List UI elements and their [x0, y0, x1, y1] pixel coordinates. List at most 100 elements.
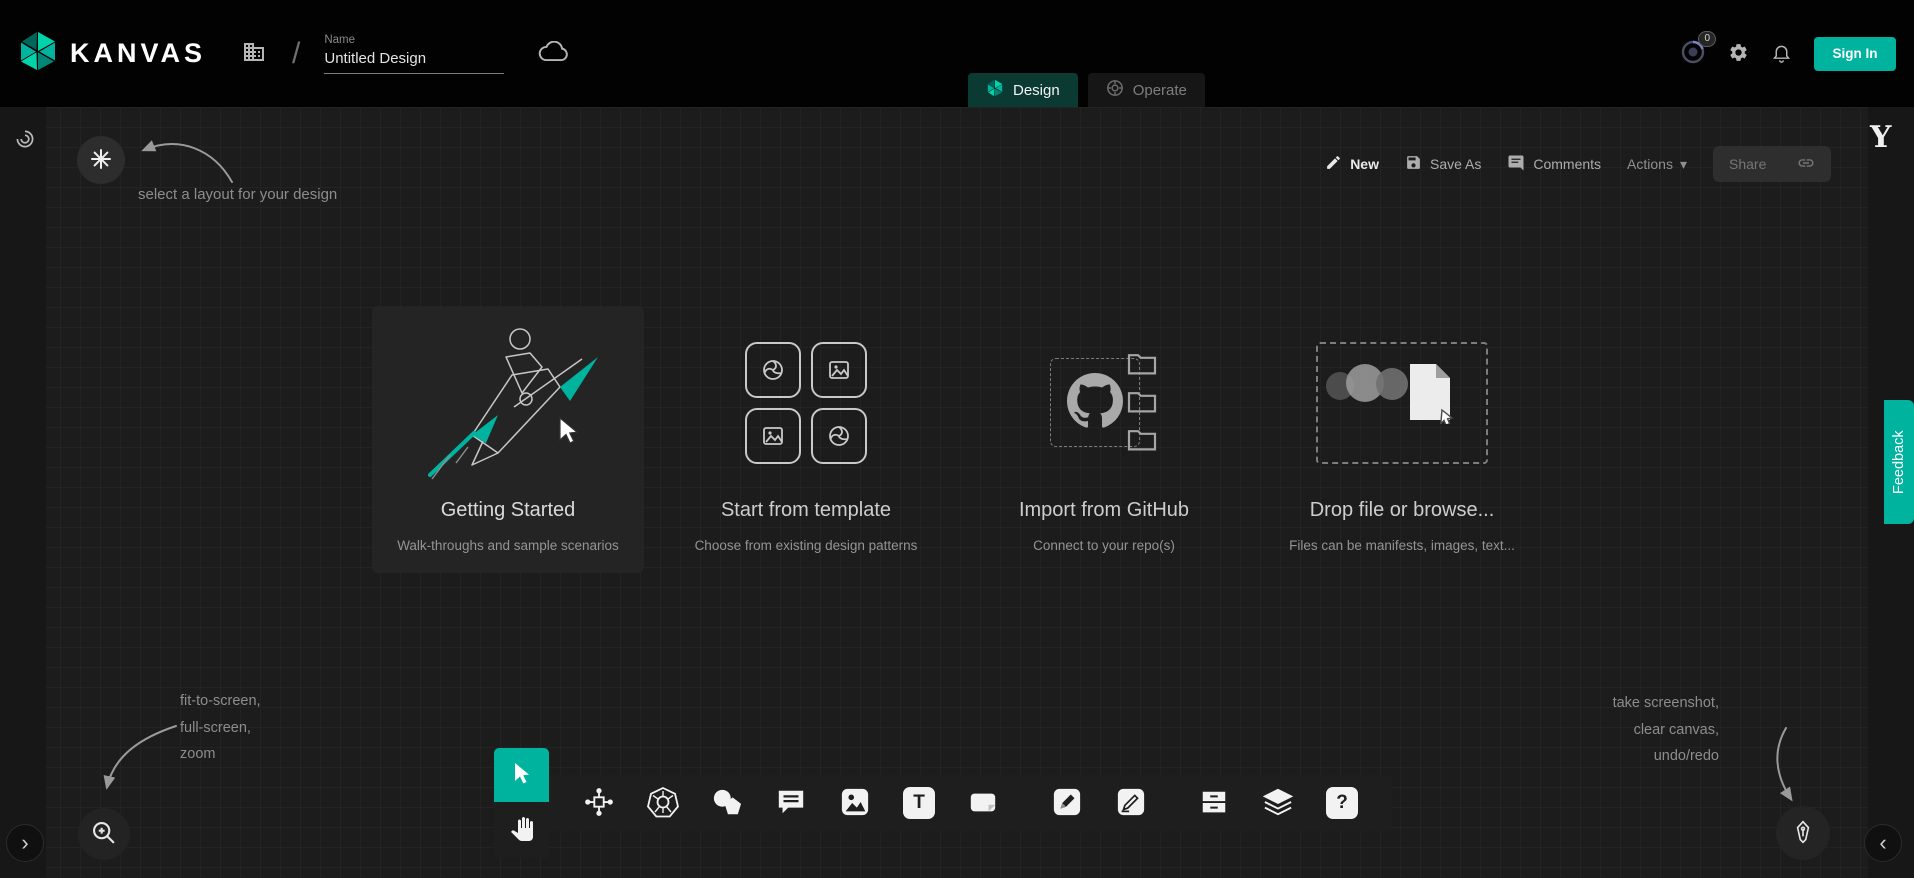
shapes-tool-button[interactable]	[703, 779, 751, 827]
bell-icon	[1771, 42, 1792, 66]
folder-icon	[1126, 350, 1158, 379]
credits-badge: 0	[1698, 31, 1716, 47]
share-button[interactable]: Share	[1713, 146, 1831, 182]
pointer-tools	[494, 748, 549, 858]
component-icon	[584, 787, 614, 820]
github-icon	[1067, 373, 1123, 432]
folder-icon	[1126, 426, 1158, 455]
design-name-input[interactable]	[324, 50, 504, 74]
select-tool-button[interactable]	[494, 748, 549, 802]
pencil-icon	[1325, 154, 1342, 174]
help-tool-button[interactable]: ?	[1318, 779, 1366, 827]
component-tool-button[interactable]	[575, 779, 623, 827]
zoom-button[interactable]	[78, 808, 130, 860]
getting-started-illustration	[402, 320, 614, 485]
layout-button[interactable]	[77, 136, 125, 184]
design-tab-icon	[986, 79, 1004, 101]
credits-button[interactable]: 0	[1680, 39, 1706, 68]
card-title: Getting Started	[441, 499, 576, 522]
kubernetes-icon	[647, 786, 679, 821]
pen-tools-button[interactable]	[1776, 806, 1830, 860]
comment-icon	[776, 787, 806, 820]
template-aperture-icon	[811, 408, 867, 464]
hand-icon	[510, 817, 534, 844]
building-icon	[242, 40, 266, 67]
breadcrumb-separator: /	[292, 37, 300, 71]
brand-text: KANVAS	[70, 38, 206, 69]
pen-icon	[1052, 787, 1082, 820]
pen-tool-button[interactable]	[1043, 779, 1091, 827]
image-icon	[840, 787, 870, 820]
feedback-tab[interactable]: Feedback	[1884, 400, 1914, 524]
folder-icon	[1126, 388, 1158, 417]
spiral-logo-button[interactable]	[10, 125, 40, 155]
left-edge-panel	[0, 107, 46, 878]
pencil-tool-button[interactable]	[1107, 779, 1155, 827]
card-title: Import from GitHub	[1019, 499, 1189, 522]
card-drop-file[interactable]: Drop file or browse... Files can be mani…	[1266, 306, 1538, 573]
save-icon	[1405, 154, 1422, 174]
operate-tab-icon	[1106, 79, 1124, 101]
help-icon: ?	[1326, 787, 1358, 819]
text-tool-icon: T	[903, 787, 935, 819]
canvas-toolbar: New Save As Comments Actions ▾ Sh	[1325, 146, 1831, 182]
new-button[interactable]: New	[1325, 154, 1379, 174]
tab-operate[interactable]: Operate	[1088, 73, 1205, 107]
shapes-icon	[711, 787, 743, 820]
gear-icon	[1728, 42, 1749, 66]
file-icon	[1404, 362, 1456, 427]
pencil-draw-icon	[1116, 787, 1146, 820]
save-as-button[interactable]: Save As	[1405, 154, 1481, 174]
cloud-icon	[538, 41, 568, 66]
sparkle-icon	[89, 147, 113, 174]
cloud-sync-button[interactable]	[538, 41, 568, 66]
y-logo-button[interactable]: Y	[1870, 120, 1891, 155]
header: KANVAS / Name	[0, 0, 1914, 107]
card-start-from-template[interactable]: Start from template Choose from existing…	[670, 306, 942, 573]
tab-design[interactable]: Design	[968, 73, 1078, 107]
kanvas-app: KANVAS / Name	[0, 0, 1914, 878]
comment-tool-button[interactable]	[767, 779, 815, 827]
note-icon	[968, 787, 998, 820]
comments-button[interactable]: Comments	[1507, 154, 1601, 175]
magnifier-icon	[90, 819, 118, 850]
media-tool-button[interactable]	[831, 779, 879, 827]
card-title: Drop file or browse...	[1310, 499, 1495, 522]
bottom-toolbar: T	[549, 775, 1392, 831]
spiral-logo-icon	[12, 126, 38, 155]
expand-left-panel-button[interactable]: ›	[6, 824, 44, 862]
pen-nib-icon	[1790, 819, 1816, 848]
settings-button[interactable]	[1728, 42, 1749, 66]
pan-tool-button[interactable]	[494, 802, 549, 858]
template-aperture-icon	[745, 342, 801, 398]
comments-icon	[1507, 154, 1525, 175]
zoom-hint: fit-to-screen, full-screen, zoom	[180, 688, 261, 768]
text-tool-button[interactable]: T	[895, 779, 943, 827]
organization-button[interactable]	[242, 40, 266, 67]
start-options: Getting Started Walk-throughs and sample…	[372, 306, 1538, 573]
card-getting-started[interactable]: Getting Started Walk-throughs and sample…	[372, 306, 644, 573]
card-subtitle: Connect to your repo(s)	[1033, 538, 1175, 553]
actions-dropdown[interactable]: Actions ▾	[1627, 156, 1687, 173]
kubernetes-tool-button[interactable]	[639, 779, 687, 827]
card-subtitle: Choose from existing design patterns	[695, 538, 918, 553]
drawer-tool-button[interactable]	[1190, 779, 1238, 827]
note-tool-button[interactable]	[959, 779, 1007, 827]
template-illustration	[745, 320, 867, 485]
card-subtitle: Walk-throughs and sample scenarios	[397, 538, 619, 553]
sign-in-button[interactable]: Sign In	[1814, 37, 1896, 71]
layout-hint: select a layout for your design	[138, 186, 337, 203]
share-link-icon	[1797, 154, 1815, 175]
name-label: Name	[324, 34, 504, 46]
card-subtitle: Files can be manifests, images, text...	[1289, 538, 1515, 553]
notifications-button[interactable]	[1771, 42, 1792, 66]
kanvas-logo[interactable]: KANVAS	[16, 29, 206, 78]
expand-right-panel-button[interactable]: ‹	[1864, 824, 1902, 862]
kanvas-logo-icon	[16, 29, 60, 78]
drawer-icon	[1199, 787, 1229, 820]
screenshot-hint: take screenshot, clear canvas, undo/redo	[1613, 690, 1719, 770]
github-illustration	[1050, 320, 1158, 485]
card-import-from-github[interactable]: Import from GitHub Connect to your repo(…	[968, 306, 1240, 573]
cursor-icon	[511, 762, 533, 789]
layers-tool-button[interactable]	[1254, 779, 1302, 827]
